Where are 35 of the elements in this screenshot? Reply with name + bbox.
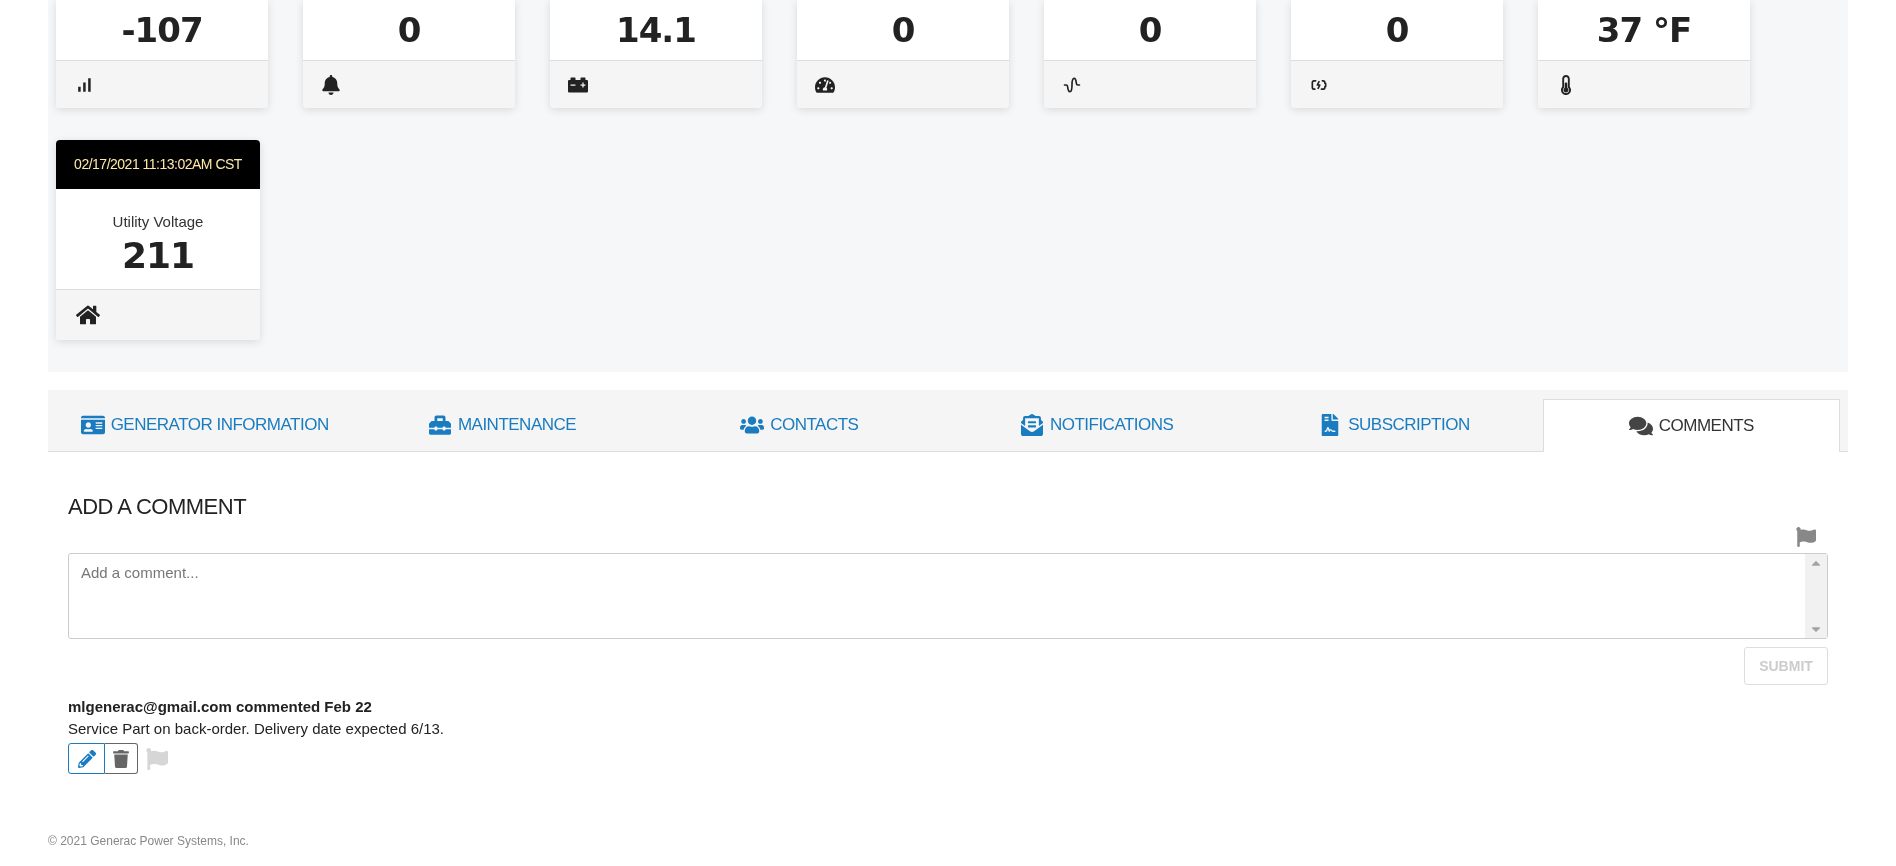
metric-value: 14.1 (615, 8, 697, 52)
trash-icon (113, 749, 129, 768)
gauge-icon (815, 74, 835, 95)
tab[interactable]: SUBSCRIPTION (1245, 399, 1543, 451)
metric-value: 0 (1384, 8, 1410, 52)
section-title: ADD A COMMENT (68, 493, 248, 521)
metric-label: Utility Voltage (112, 212, 204, 232)
flag-icon[interactable] (1796, 527, 1816, 547)
tab[interactable]: CONTACTS (650, 399, 948, 451)
bell-icon (321, 74, 341, 95)
tab[interactable]: MAINTENANCE (353, 399, 651, 451)
metric-value: -107 (120, 8, 204, 52)
delete-button[interactable] (105, 743, 138, 774)
copyright: © 2021 Generac Power Systems, Inc. (48, 833, 249, 850)
tab[interactable]: NOTIFICATIONS (948, 399, 1246, 451)
comment-text: Service Part on back-order. Delivery date expected 6/13. (68, 719, 446, 739)
people-icon (740, 414, 765, 436)
metric-value: 37 °F (1595, 8, 1693, 52)
toolbox-icon (427, 414, 452, 436)
tab[interactable]: COMMENTS (1542, 399, 1840, 452)
metric-value: 0 (890, 8, 916, 52)
pencil-icon (77, 749, 96, 768)
timestamp: 02/17/2021 11:13:02AM CST (56, 140, 260, 189)
metric-value: 0 (396, 8, 422, 52)
id-card-icon (80, 414, 105, 436)
envelope-icon (1019, 414, 1044, 436)
tab[interactable]: GENERATOR INFORMATION (56, 399, 354, 451)
flag-icon[interactable] (146, 747, 168, 770)
scrollbar[interactable] (1805, 554, 1827, 638)
comment-author: mlgenerac@gmail.com commented Feb 22 (68, 697, 373, 717)
metric-value: 0 (1137, 8, 1163, 52)
house-icon (76, 303, 100, 327)
chat-bubbles-icon (1628, 415, 1653, 437)
metric-value: 211 (121, 233, 195, 278)
edit-button[interactable] (68, 743, 105, 774)
